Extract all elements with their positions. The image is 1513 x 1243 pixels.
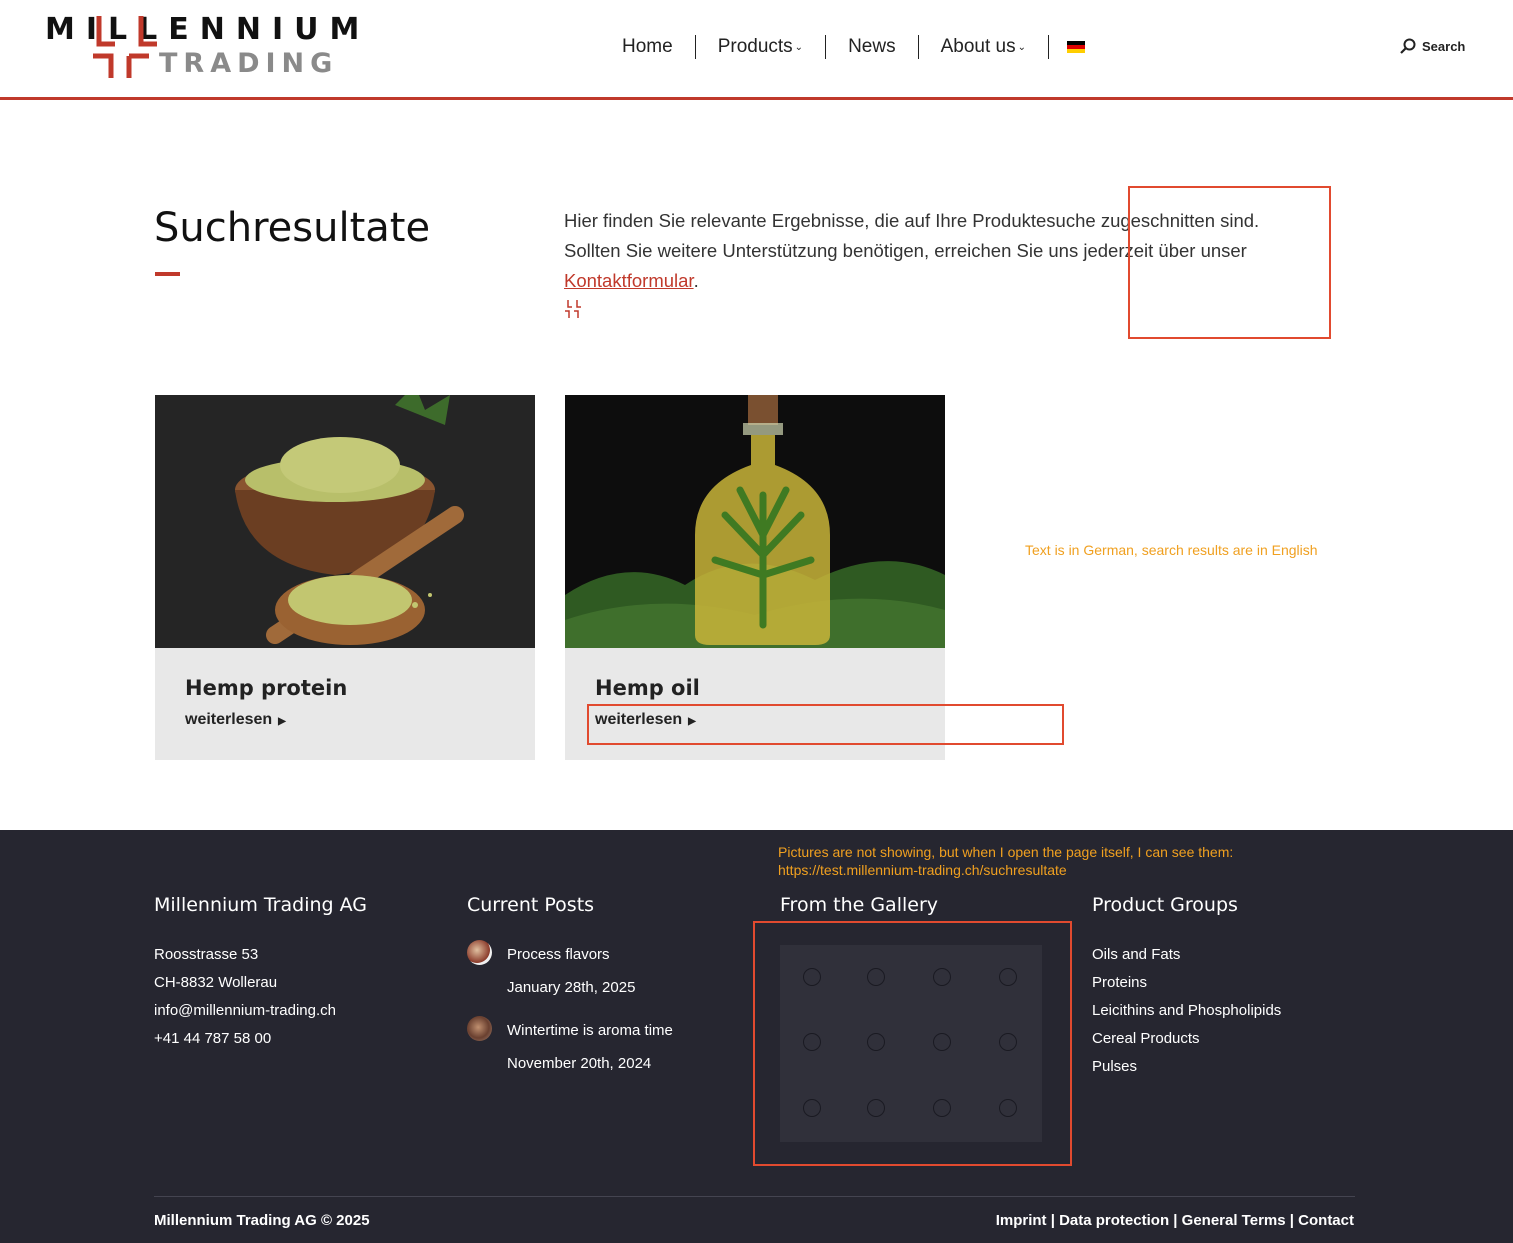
annotation-highlight-box xyxy=(753,921,1072,1166)
page-title: Suchresultate xyxy=(154,205,431,251)
search-button[interactable]: Search xyxy=(1400,38,1465,54)
logo-text-trading: TRADING xyxy=(159,48,339,79)
product-group-link[interactable]: Oils and Fats xyxy=(1092,946,1180,963)
read-more-label: weiterlesen xyxy=(185,711,273,728)
post-thumbnail[interactable] xyxy=(467,940,492,965)
caret-right-icon: ▶ xyxy=(278,716,286,727)
company-phone[interactable]: +41 44 787 58 00 xyxy=(154,1030,271,1047)
logo-mark-icon xyxy=(93,16,157,78)
footer-groups-title: Product Groups xyxy=(1092,894,1238,916)
annotation-note: Text is in German, search results are in… xyxy=(1025,542,1318,558)
post-title-link[interactable]: Process flavors xyxy=(507,946,610,963)
nav-products-label: Products xyxy=(717,36,793,57)
read-more-link[interactable]: weiterlesen ▶ xyxy=(185,711,286,729)
data-protection-link[interactable]: Data protection xyxy=(1059,1212,1169,1229)
logo-mark-small-icon xyxy=(565,300,581,318)
post-title-link[interactable]: Wintertime is aroma time xyxy=(507,1022,673,1039)
german-flag-icon[interactable] xyxy=(1066,41,1085,53)
nav-about[interactable]: About us ⌄ xyxy=(919,36,1048,58)
nav-home[interactable]: Home xyxy=(600,36,695,58)
site-header: MILLENNIUM TRADING Home Products ⌄ News A… xyxy=(0,0,1513,100)
chevron-down-icon: ⌄ xyxy=(794,42,804,53)
footer-links: Imprint | Data protection | General Term… xyxy=(996,1212,1354,1229)
intro-suffix: . xyxy=(693,270,699,291)
nav-products[interactable]: Products ⌄ xyxy=(696,36,825,58)
product-group-link[interactable]: Proteins xyxy=(1092,974,1147,991)
hemp-oil-image xyxy=(565,395,945,648)
site-footer: Pictures are not showing, but when I ope… xyxy=(0,830,1513,1243)
hemp-protein-image xyxy=(155,395,535,648)
annotation-note-line: Pictures are not showing, but when I ope… xyxy=(778,844,1234,860)
search-label: Search xyxy=(1422,38,1466,54)
imprint-link[interactable]: Imprint xyxy=(996,1212,1047,1229)
link-separator: | xyxy=(1285,1212,1299,1229)
company-address-city: CH-8832 Wollerau xyxy=(154,974,278,991)
nav-home-label: Home xyxy=(622,36,673,57)
contact-form-link[interactable]: Kontaktformular xyxy=(564,270,694,291)
post-date: January 28th, 2025 xyxy=(507,979,636,996)
result-title: Hemp protein xyxy=(185,676,348,700)
site-logo[interactable]: MILLENNIUM TRADING xyxy=(45,12,359,82)
copyright-text: Millennium Trading AG © 2025 xyxy=(154,1212,370,1229)
product-group-link[interactable]: Pulses xyxy=(1092,1058,1137,1075)
annotation-note: Pictures are not showing, but when I ope… xyxy=(778,843,1233,879)
contact-link[interactable]: Contact xyxy=(1298,1212,1354,1229)
annotation-highlight-box xyxy=(587,704,1064,745)
nav-news-label: News xyxy=(848,36,896,57)
link-separator: | xyxy=(1046,1212,1060,1229)
product-group-link[interactable]: Cereal Products xyxy=(1092,1030,1200,1047)
footer-company-title: Millennium Trading AG xyxy=(154,894,368,916)
company-address-street: Roosstrasse 53 xyxy=(154,946,259,963)
general-terms-link[interactable]: General Terms xyxy=(1182,1212,1286,1229)
search-icon xyxy=(1400,38,1416,54)
footer-posts-title: Current Posts xyxy=(467,894,595,916)
post-date: November 20th, 2024 xyxy=(507,1055,652,1072)
main-nav: Home Products ⌄ News About us ⌄ xyxy=(600,34,1103,60)
annotation-highlight-box xyxy=(1128,186,1331,339)
link-separator: | xyxy=(1169,1212,1182,1229)
footer-divider xyxy=(154,1196,1355,1197)
nav-news[interactable]: News xyxy=(826,36,918,58)
nav-about-label: About us xyxy=(940,36,1016,57)
company-email[interactable]: info@millennium-trading.ch xyxy=(154,1002,336,1019)
product-group-link[interactable]: Leicithins and Phospholipids xyxy=(1092,1002,1281,1019)
post-thumbnail[interactable] xyxy=(467,1016,492,1041)
annotation-note-line: https://test.millennium-trading.ch/suchr… xyxy=(778,862,1067,878)
chevron-down-icon: ⌄ xyxy=(1017,42,1026,53)
footer-gallery-title: From the Gallery xyxy=(780,894,939,916)
result-title: Hemp oil xyxy=(595,676,700,700)
nav-divider xyxy=(1047,35,1049,59)
result-card[interactable]: Hemp protein weiterlesen ▶ xyxy=(155,395,535,760)
title-underline xyxy=(155,272,180,276)
